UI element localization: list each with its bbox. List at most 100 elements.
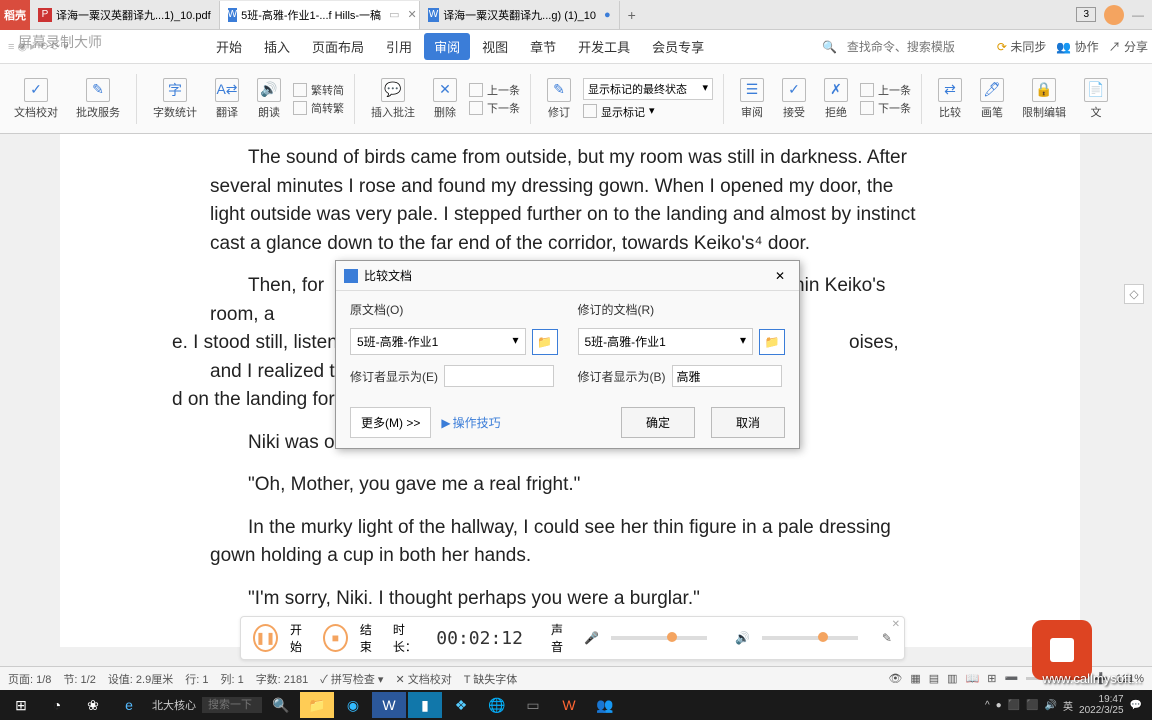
reject-button[interactable]: ✗拒绝 xyxy=(818,76,854,122)
editor-e-input[interactable] xyxy=(444,365,554,387)
new-tab-button[interactable]: + xyxy=(620,7,644,23)
view-mode-icon[interactable]: ⊞ xyxy=(987,672,996,685)
tray-icon[interactable]: ⬛ xyxy=(1008,700,1020,711)
speaker-icon[interactable]: 🔊 xyxy=(735,631,750,645)
s2t-button[interactable]: 繁转简 xyxy=(293,82,344,98)
window-count[interactable]: 3 xyxy=(1076,7,1096,22)
search-icon[interactable]: 🔍 xyxy=(264,692,298,718)
menu-insert[interactable]: 插入 xyxy=(254,33,300,60)
paragraph[interactable]: "Oh, Mother, you gave me a real fright." xyxy=(210,471,930,500)
browse-original-button[interactable]: 📁 xyxy=(532,329,558,355)
menu-view[interactable]: 视图 xyxy=(472,33,518,60)
section-indicator[interactable]: 节: 1/2 xyxy=(63,671,95,687)
stop-button[interactable]: ■ xyxy=(323,624,348,652)
mic-icon[interactable]: 🎤 xyxy=(584,631,599,645)
spell-check[interactable]: ✓ 拼写检查 ▾ xyxy=(320,671,383,687)
restrict-button[interactable]: 🔒限制编辑 xyxy=(1016,76,1072,122)
original-select[interactable]: 5班-高雅-作业1▾ xyxy=(350,328,526,355)
paragraph[interactable]: The sound of birds came from outside, bu… xyxy=(210,144,930,258)
avatar[interactable] xyxy=(1104,5,1124,25)
view-mode-icon[interactable]: ▦ xyxy=(910,672,920,685)
close-icon[interactable]: ✕ xyxy=(892,619,900,630)
task-icon[interactable]: ◔ xyxy=(40,692,74,718)
word-count-button[interactable]: 字字数统计 xyxy=(147,76,203,122)
insert-comment-button[interactable]: 💬插入批注 xyxy=(365,76,421,122)
doc-check-button[interactable]: ✓文档校对 xyxy=(8,76,64,122)
ink-button[interactable]: 🖊画笔 xyxy=(974,76,1010,122)
tab-doc2[interactable]: W译海一粟汉英翻译九...g) (1)_10● xyxy=(420,1,620,29)
more-button[interactable]: 更多(M) >> xyxy=(350,407,431,438)
pen-icon[interactable]: ✎ xyxy=(882,631,892,645)
collab-button[interactable]: 👥 协作 xyxy=(1056,38,1098,55)
view-mode-icon[interactable]: 📖 xyxy=(966,672,980,685)
compare-button[interactable]: ⇄比较 xyxy=(932,76,968,122)
accept-button[interactable]: ✓接受 xyxy=(776,76,812,122)
view-mode-icon[interactable]: ▤ xyxy=(929,672,939,685)
tray-icon[interactable]: ● xyxy=(996,700,1002,711)
menu-review[interactable]: 审阅 xyxy=(424,33,470,60)
app-logo[interactable]: 稻壳 xyxy=(0,0,30,30)
app-icon[interactable]: ▭ xyxy=(516,692,550,718)
notification-icon[interactable]: 💬 xyxy=(1130,700,1142,711)
view-mode-icon[interactable]: ▥ xyxy=(947,672,957,685)
app-icon[interactable]: ❖ xyxy=(444,692,478,718)
dialog-titlebar[interactable]: 比较文档 ✕ xyxy=(336,261,799,291)
tab-active-doc[interactable]: W5班-高雅-作业1-...f Hills-一稿▭✕ xyxy=(220,1,420,29)
tray-icon[interactable]: ⬛ xyxy=(1026,700,1038,711)
menu-layout[interactable]: 页面布局 xyxy=(302,33,374,60)
volume-icon[interactable]: 🔊 xyxy=(1045,700,1057,711)
track-button[interactable]: ✎修订 xyxy=(541,76,577,122)
start-button[interactable]: ⊞ xyxy=(4,692,38,718)
minimize-icon[interactable]: — xyxy=(1132,8,1144,22)
sync-status[interactable]: ⟳ 未同步 xyxy=(997,38,1046,55)
prev-change-button[interactable]: 上一条 xyxy=(860,82,911,98)
app-icon[interactable]: 👥 xyxy=(588,692,622,718)
app-icon[interactable]: ▮ xyxy=(408,692,442,718)
editor-b-input[interactable] xyxy=(672,365,782,387)
search-input[interactable] xyxy=(847,40,987,54)
wps-icon[interactable]: W xyxy=(552,692,586,718)
prev-comment-button[interactable]: 上一条 xyxy=(469,82,520,98)
doc-check-status[interactable]: ✕ 文档校对 xyxy=(395,671,451,687)
tray-icon[interactable]: ^ xyxy=(985,700,990,711)
task-icon[interactable]: ❀ xyxy=(76,692,110,718)
paragraph[interactable]: In the murky light of the hallway, I cou… xyxy=(210,514,930,571)
ie-icon[interactable]: e xyxy=(112,692,146,718)
speaker-slider[interactable] xyxy=(762,636,858,640)
next-comment-button[interactable]: 下一条 xyxy=(469,100,520,116)
review-button[interactable]: ☰审阅 xyxy=(734,76,770,122)
tab-pdf[interactable]: P译海一粟汉英翻译九...1)_10.pdf xyxy=(30,1,220,29)
menu-dev[interactable]: 开发工具 xyxy=(568,33,640,60)
tips-link[interactable]: ▶操作技巧 xyxy=(441,414,500,431)
chrome-icon[interactable]: 🌐 xyxy=(480,692,514,718)
paragraph[interactable]: "I'm sorry, Niki. I thought perhaps you … xyxy=(210,585,930,614)
show-markup-button[interactable]: 显示标记 ▾ xyxy=(583,104,713,120)
share-button[interactable]: ↗ 分享 xyxy=(1109,38,1148,55)
zoom-out-icon[interactable]: ➖ xyxy=(1004,672,1018,685)
revised-select[interactable]: 5班-高雅-作业1▾ xyxy=(578,328,754,355)
eye-icon[interactable]: 👁 xyxy=(888,672,902,685)
menu-member[interactable]: 会员专享 xyxy=(642,33,714,60)
menu-start[interactable]: 开始 xyxy=(206,33,252,60)
delete-button[interactable]: ✕删除 xyxy=(427,76,463,122)
ok-button[interactable]: 确定 xyxy=(621,407,695,438)
close-icon[interactable]: ✕ xyxy=(407,8,416,21)
track-display-select[interactable]: 显示标记的最终状态▾ xyxy=(583,78,713,100)
mod-service-button[interactable]: ✎批改服务 xyxy=(70,76,126,122)
read-aloud-button[interactable]: 🔊朗读 xyxy=(251,76,287,122)
menu-section[interactable]: 章节 xyxy=(520,33,566,60)
close-icon[interactable]: ✕ xyxy=(769,267,791,285)
browse-revised-button[interactable]: 📁 xyxy=(759,329,785,355)
word-count[interactable]: 字数: 2181 xyxy=(256,671,309,687)
translate-button[interactable]: A⇄翻译 xyxy=(209,76,245,122)
ime-indicator[interactable]: 英 xyxy=(1063,698,1073,713)
clock[interactable]: 19:47 2022/3/25 xyxy=(1079,694,1124,716)
menu-reference[interactable]: 引用 xyxy=(376,33,422,60)
cancel-button[interactable]: 取消 xyxy=(711,407,785,438)
next-change-button[interactable]: 下一条 xyxy=(860,100,911,116)
doc-final-button[interactable]: 📄文 xyxy=(1078,76,1114,122)
missing-font[interactable]: T 缺失字体 xyxy=(464,671,518,687)
side-panel-toggle[interactable]: ◇ xyxy=(1124,284,1144,304)
pause-button[interactable]: ❚❚ xyxy=(253,624,278,652)
folder-icon[interactable]: 📁 xyxy=(300,692,334,718)
